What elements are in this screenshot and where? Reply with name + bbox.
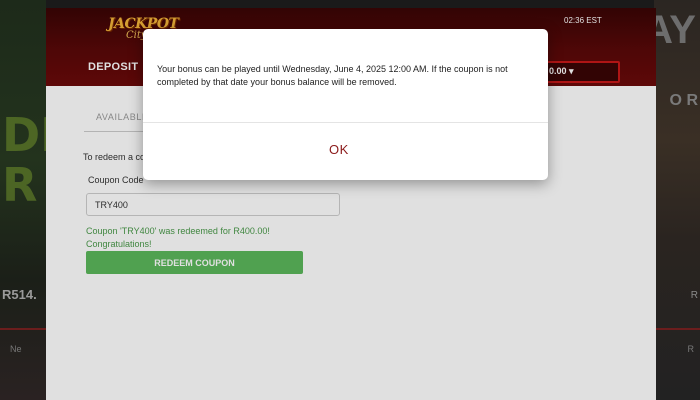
background-amount-right: R — [690, 290, 698, 301]
dialog-message: Your bonus can be played until Wednesday… — [157, 64, 508, 87]
background-divider-right — [654, 328, 700, 330]
background-jackpot-right: O R — [669, 92, 698, 109]
dialog-divider — [143, 122, 548, 123]
bonus-expiry-dialog: Your bonus can be played until Wednesday… — [143, 29, 548, 180]
background-nav-new: Ne — [10, 344, 22, 354]
background-jackpot-amount-left: R514. — [2, 287, 37, 302]
background-divider-left — [0, 328, 46, 330]
dialog-ok-button[interactable]: OK — [329, 142, 349, 157]
background-nav-right: R — [687, 344, 695, 354]
background-art-right — [654, 0, 700, 400]
